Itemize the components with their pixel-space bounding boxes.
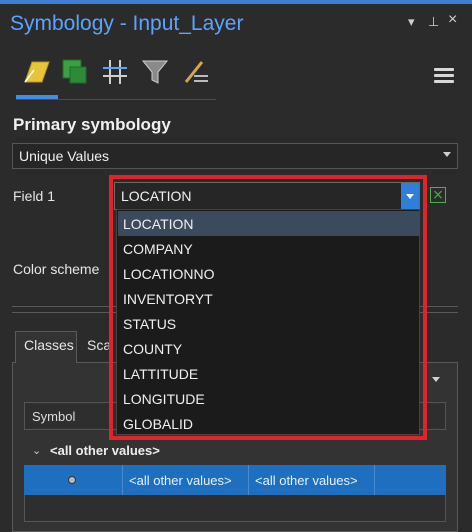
more-options-chevron-icon[interactable] [432,377,440,382]
renderer-select[interactable]: Unique Values [12,143,458,169]
symbol-swatch[interactable] [68,476,76,484]
vary-symbology-icon[interactable] [60,56,90,88]
grid-body [24,495,446,522]
tab-classes[interactable]: Classes [15,331,77,363]
window-menu-button[interactable]: ▾ [408,14,415,30]
window-title: Symbology - Input_Layer [10,12,244,35]
chevron-down-icon [443,152,451,157]
row-count-cell[interactable] [374,465,446,495]
hamburger-menu-icon[interactable] [434,68,454,84]
row-value-cell[interactable]: <all other values> [122,465,248,495]
primary-symbology-heading: Primary symbology [13,115,171,134]
column-header-symbol[interactable]: Symbol [32,409,75,424]
symbol-layer-drawing-icon[interactable] [100,56,130,88]
close-icon[interactable]: × [448,11,457,29]
row-label-cell[interactable]: <all other values> [248,465,374,495]
window-accent-bar [0,0,472,4]
annotation-highlight-box [109,175,427,440]
pin-icon[interactable]: ⊥ [428,14,439,30]
symbol-display-filter-icon[interactable] [140,56,170,88]
renderer-value: Unique Values [19,148,110,164]
add-field-icon[interactable]: ⨯ [430,187,446,203]
color-scheme-label: Color scheme [13,261,100,277]
group-row-label[interactable]: <all other values> [50,443,160,458]
collapse-chevron-icon[interactable]: ⌄ [32,444,41,457]
label-icon[interactable] [180,56,210,88]
tool-divider [16,99,216,100]
primary-symbology-icon[interactable] [22,56,52,88]
field1-label: Field 1 [13,188,56,204]
